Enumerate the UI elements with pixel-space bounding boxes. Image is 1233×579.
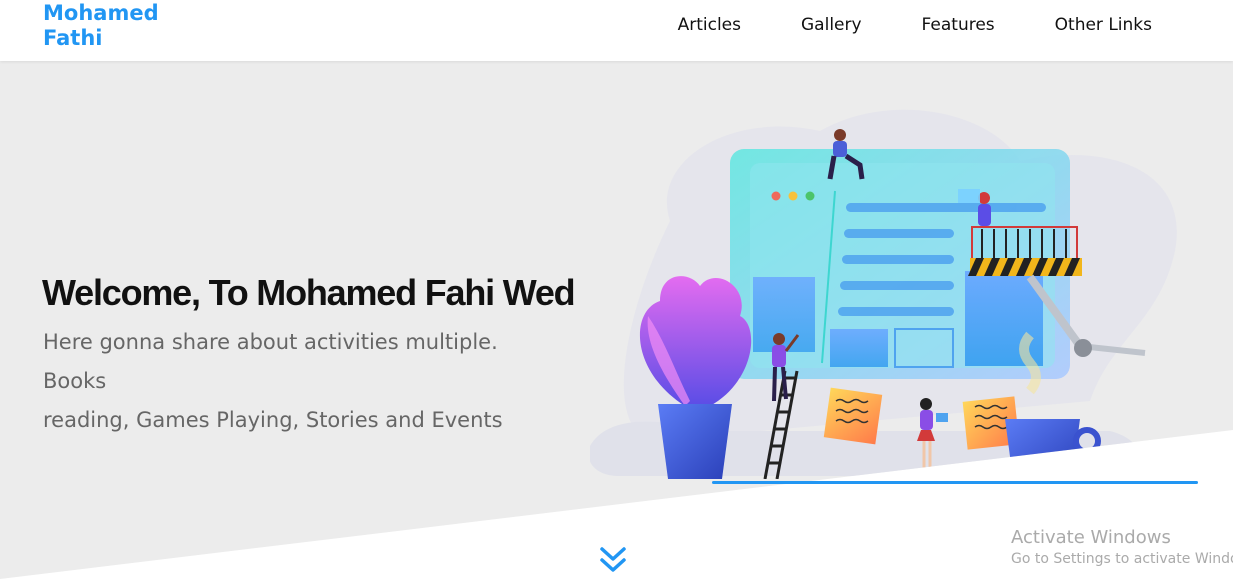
hero-title: Welcome, To Mohamed Fahi Wed	[42, 272, 576, 313]
watermark-title: Activate Windows	[1011, 527, 1171, 548]
hero-illustration	[590, 109, 1177, 479]
nav-link-features[interactable]: Features	[892, 14, 1025, 36]
nav-link-other-links[interactable]: Other Links	[1025, 14, 1152, 36]
windows-activation-watermark: Activate Windows Go to Settings to activ…	[1011, 527, 1233, 569]
main-nav: Articles Gallery Features Other Links	[648, 14, 1152, 36]
logo-line-1: Mohamed	[43, 1, 159, 25]
nav-link-articles[interactable]: Articles	[648, 14, 771, 36]
hero-description-line-2: reading, Games Playing, Stories and Even…	[43, 408, 503, 432]
hero-description: Here gonna share about activities multip…	[43, 323, 563, 440]
accent-divider-line	[712, 481, 1198, 484]
logo-line-2: Fathi	[43, 26, 103, 50]
site-header: Mohamed Fathi Articles Gallery Features …	[0, 0, 1233, 61]
site-logo[interactable]: Mohamed Fathi	[43, 1, 159, 51]
hero-section: Welcome, To Mohamed Fahi Wed Here gonna …	[0, 61, 1233, 579]
watermark-subtitle: Go to Settings to activate Window	[1011, 551, 1233, 567]
double-chevron-down-icon[interactable]	[599, 545, 627, 575]
hero-description-line-1: Here gonna share about activities multip…	[43, 330, 498, 393]
nav-link-gallery[interactable]: Gallery	[771, 14, 892, 36]
